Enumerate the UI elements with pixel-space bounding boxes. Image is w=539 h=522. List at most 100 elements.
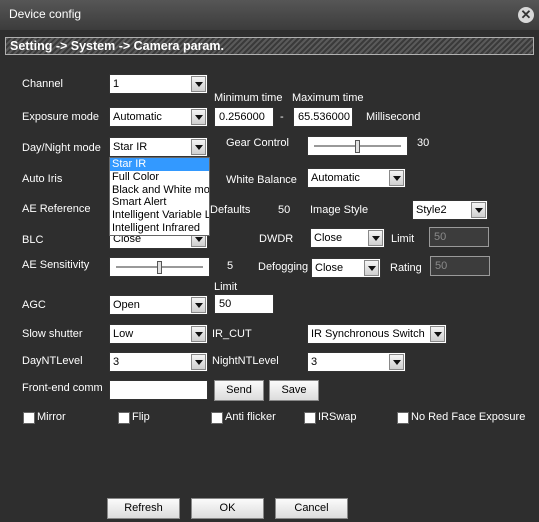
chevron-down-icon (191, 109, 206, 125)
chevron-down-icon (191, 326, 206, 342)
ir-cut-value: IR Synchronous Switch (311, 328, 425, 340)
title-bar: Device config ✕ (0, 0, 539, 30)
day-night-mode-label: Day/Night mode (22, 142, 101, 154)
white-balance-select[interactable]: Automatic (307, 168, 406, 188)
ae-reference-label: AE Reference (22, 203, 91, 215)
dropdown-option[interactable]: Star IR (110, 158, 209, 171)
channel-value: 1 (113, 78, 120, 90)
chevron-down-icon (430, 326, 445, 342)
day-night-mode-select[interactable]: Star IR (109, 137, 208, 157)
dropdown-option[interactable]: Intelligent Infrared (110, 222, 209, 235)
slow-shutter-select[interactable]: Low (109, 324, 208, 344)
defogging-value: Close (315, 262, 344, 274)
image-style-label: Image Style (310, 204, 369, 216)
dwdr-value: Close (314, 232, 343, 244)
cancel-button[interactable]: Cancel (275, 498, 348, 519)
agc-value: Open (113, 299, 140, 311)
dropdown-option[interactable]: Full Color (110, 171, 209, 184)
ir-cut-select[interactable]: IR Synchronous Switch (307, 324, 447, 344)
day-nt-level-value: 3 (113, 356, 120, 368)
agc-select[interactable]: Open (109, 295, 208, 315)
close-icon[interactable]: ✕ (518, 7, 534, 23)
ok-button[interactable]: OK (191, 498, 264, 519)
refresh-button[interactable]: Refresh (107, 498, 180, 519)
dwdr-limit-label: Limit (391, 233, 415, 245)
maximum-time-label: Maximum time (292, 92, 364, 104)
chevron-down-icon (389, 354, 404, 370)
day-nt-level-select[interactable]: 3 (109, 352, 208, 372)
image-style-select[interactable]: Style2 (412, 200, 488, 220)
irswap-checkbox[interactable] (304, 412, 316, 424)
slow-shutter-label: Slow shutter (22, 328, 83, 340)
night-nt-level-value: 3 (311, 356, 318, 368)
anti-flicker-label: Anti flicker (225, 411, 276, 423)
agc-limit-input[interactable]: 50 (214, 294, 274, 314)
dropdown-option[interactable]: Smart Alert (110, 196, 209, 209)
channel-select[interactable]: 1 (109, 74, 208, 94)
gear-control-label: Gear Control (226, 137, 289, 149)
slider-thumb[interactable] (157, 261, 162, 274)
front-end-comm-input[interactable] (109, 380, 208, 400)
flip-label: Flip (132, 411, 150, 423)
chevron-down-icon (191, 76, 206, 92)
ae-sensitivity-label: AE Sensitivity (22, 259, 90, 271)
no-red-face-exposure-label: No Red Face Exposure (411, 411, 526, 423)
millisecond-label: Millisecond (366, 111, 421, 123)
dwdr-label: DWDR (259, 233, 294, 245)
agc-label: AGC (22, 299, 46, 311)
chevron-down-icon (368, 230, 383, 246)
day-nt-level-label: DayNTLevel (22, 355, 83, 367)
chevron-down-icon (191, 297, 206, 313)
range-dash: - (280, 111, 284, 123)
exposure-mode-value: Automatic (113, 111, 162, 123)
defogging-select[interactable]: Close (311, 258, 381, 278)
chevron-down-icon (191, 139, 206, 155)
anti-flicker-checkbox[interactable] (211, 412, 223, 424)
save-button[interactable]: Save (269, 380, 319, 401)
maximum-time-input[interactable]: 65.536000 (293, 107, 353, 127)
image-style-value: Style2 (416, 204, 447, 216)
exposure-mode-label: Exposure mode (22, 111, 100, 123)
night-nt-level-select[interactable]: 3 (307, 352, 406, 372)
auto-iris-label: Auto Iris (22, 173, 63, 185)
mirror-checkbox[interactable] (23, 412, 35, 424)
channel-label: Channel (22, 78, 63, 90)
dwdr-limit-input: 50 (429, 227, 489, 247)
white-balance-value: Automatic (311, 172, 360, 184)
dwdr-select[interactable]: Close (310, 228, 385, 248)
rating-input: 50 (430, 256, 490, 276)
ir-cut-label: IR_CUT (212, 328, 252, 340)
dropdown-option[interactable]: Black and White mode (110, 184, 209, 197)
night-nt-level-label: NightNTLevel (212, 355, 279, 367)
ae-sensitivity-value: 5 (227, 260, 234, 272)
dropdown-option[interactable]: Intelligent Variable Light (110, 209, 209, 222)
slider-thumb[interactable] (355, 140, 360, 153)
ae-sensitivity-slider[interactable] (109, 257, 210, 277)
defogging-label: Defogging (258, 261, 309, 273)
blc-label: BLC (22, 234, 44, 246)
slow-shutter-value: Low (113, 328, 134, 340)
breadcrumb: Setting -> System -> Camera param. (10, 39, 224, 53)
chevron-down-icon (471, 202, 486, 218)
front-end-comm-label: Front-end comm (22, 382, 103, 394)
white-balance-label: White Balance (226, 174, 297, 186)
defaults-label: Defaults (210, 204, 251, 216)
flip-checkbox[interactable] (118, 412, 130, 424)
breadcrumb-bar: Setting -> System -> Camera param. (5, 37, 534, 55)
chevron-down-icon (191, 354, 206, 370)
send-button[interactable]: Send (214, 380, 264, 401)
defaults-value: 50 (278, 204, 291, 216)
agc-limit-label: Limit (214, 281, 238, 293)
minimum-time-input[interactable]: 0.256000 (214, 107, 274, 127)
chevron-down-icon (364, 260, 379, 276)
exposure-mode-select[interactable]: Automatic (109, 107, 208, 127)
mirror-label: Mirror (37, 411, 66, 423)
gear-control-slider[interactable] (307, 136, 408, 156)
irswap-label: IRSwap (318, 411, 357, 423)
minimum-time-label: Minimum time (214, 92, 283, 104)
day-night-mode-dropdown[interactable]: Star IRFull ColorBlack and White modeSma… (109, 157, 210, 236)
day-night-mode-value: Star IR (113, 141, 148, 153)
chevron-down-icon (389, 170, 404, 186)
no-red-face-exposure-checkbox[interactable] (397, 412, 409, 424)
rating-label: Rating (390, 262, 422, 274)
